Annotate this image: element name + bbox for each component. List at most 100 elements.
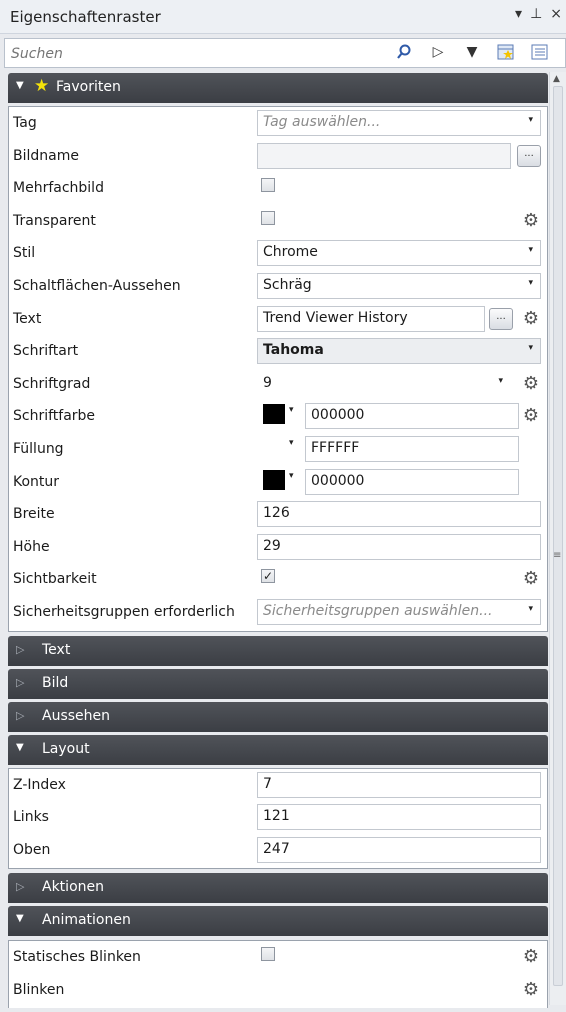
category-label: Bild [42,674,69,691]
fuellung-swatch[interactable] [263,436,285,457]
kontur-value: 000000 [311,472,365,489]
schaltflaechen-combobox[interactable]: Schräg ▾ [257,272,541,299]
oben-input[interactable]: 247 [257,836,541,863]
favorites-view-icon[interactable] [497,43,515,61]
hoehe-input[interactable]: 29 [257,533,541,560]
gear-icon[interactable]: ⚙ [521,569,541,589]
color-dropdown-icon[interactable]: ▾ [289,471,294,481]
prop-row-fuellung: Füllung ▾ FFFFFF [9,433,547,466]
prop-row-transparent: Transparent ⚙ [9,205,547,238]
expanded-chevron-icon: ▼ [16,80,24,91]
schriftfarbe-input[interactable]: 000000 [305,403,519,430]
category-layout[interactable]: ▼ Layout [8,734,548,765]
prop-row-kontur: Kontur ▾ 000000 [9,466,547,499]
category-label: Text [42,641,71,658]
schriftgrad-combobox[interactable]: 9 ▾ [257,370,511,397]
prop-label: Mehrfachbild [13,180,104,197]
gear-icon[interactable]: ⚙ [521,373,541,394]
category-label: Layout [42,740,90,757]
category-favoriten[interactable]: ▼ ★ Favoriten [8,73,548,103]
prop-label: Sicherheitsgruppen erforderlich [13,603,235,620]
color-dropdown-icon[interactable]: ▾ [289,405,294,415]
kontur-swatch[interactable] [263,469,285,490]
tag-placeholder: Tag auswählen... [263,114,381,130]
category-bild[interactable]: ▷ Bild [8,668,548,699]
prop-row-statisches-blinken: Statisches Blinken ⚙ [9,941,547,974]
dropdown-arrow-icon[interactable]: ▾ [528,278,533,288]
schriftfarbe-swatch[interactable] [263,404,285,425]
mehrfachbild-checkbox[interactable] [261,178,275,193]
play-icon[interactable]: ▷ [429,43,447,61]
schriftart-combobox[interactable]: Tahoma ▾ [257,338,541,365]
category-aussehen[interactable]: ▷ Aussehen [8,701,548,732]
kontur-input[interactable]: 000000 [305,468,519,495]
prop-label: Tag [13,115,37,131]
gear-icon[interactable]: ⚙ [521,406,541,426]
bildname-input[interactable] [257,142,511,169]
prop-row-schriftfarbe: Schriftfarbe ▾ 000000 ⚙ [9,400,547,433]
breite-input[interactable]: 126 [257,501,541,528]
prop-row-sichtbarkeit: Sichtbarkeit ✓ ⚙ [9,563,547,596]
filter-dropdown-icon[interactable]: ▼ [463,43,481,61]
categorized-view-icon[interactable] [531,43,549,61]
gear-icon[interactable]: ⚙ [521,947,541,967]
prop-label: Transparent [13,212,96,229]
category-text[interactable]: ▷ Text [8,635,548,666]
gear-icon[interactable]: ⚙ [521,210,541,231]
prop-label: Statisches Blinken [13,949,141,966]
stil-combobox[interactable]: Chrome ▾ [257,240,541,267]
dropdown-arrow-icon[interactable]: ▾ [528,245,533,255]
sicherheit-combobox[interactable]: Sicherheitsgruppen auswählen... ▾ [257,598,541,625]
expanded-chevron-icon: ▼ [16,913,24,925]
scroll-up-icon[interactable]: ▲ [553,74,560,84]
tag-combobox[interactable]: Tag auswählen... ▾ [257,110,541,136]
search-input[interactable] [9,42,383,66]
search-icon[interactable] [395,43,413,61]
dropdown-arrow-icon[interactable]: ▾ [528,604,533,614]
collapsed-chevron-icon: ▷ [16,642,25,656]
dropdown-icon[interactable]: ▾ [515,6,522,22]
prop-row-text: Text Trend Viewer History ... ⚙ [9,303,547,336]
links-input[interactable]: 121 [257,804,541,831]
search-bar: ▷ ▼ [4,38,566,68]
zindex-input[interactable]: 7 [257,771,541,798]
sicherheit-placeholder: Sicherheitsgruppen auswählen... [263,602,493,619]
breite-value: 126 [263,505,290,522]
gear-icon[interactable]: ⚙ [521,308,541,329]
collapsed-chevron-icon: ▷ [16,880,25,894]
prop-label: Z-Index [13,776,66,793]
prop-row-schriftart: Schriftart Tahoma ▾ [9,335,547,368]
collapsed-chevron-icon: ▷ [16,708,25,722]
color-dropdown-icon[interactable]: ▾ [289,438,294,448]
vertical-scrollbar[interactable]: ▲ ≡ [549,72,566,1005]
dropdown-arrow-icon[interactable]: ▾ [528,343,533,353]
prop-row-schriftgrad: Schriftgrad 9 ▾ ⚙ [9,368,547,401]
text-edit-button[interactable]: ... [489,307,513,330]
text-input[interactable]: Trend Viewer History [257,305,485,332]
pin-icon[interactable]: ⊥ [530,6,542,22]
close-icon[interactable]: × [550,6,562,22]
hoehe-value: 29 [263,537,281,554]
category-animationen[interactable]: ▼ Animationen [8,906,548,937]
browse-button[interactable]: ... [517,144,541,167]
sichtbarkeit-checkbox[interactable]: ✓ [261,569,275,584]
prop-row-stil: Stil Chrome ▾ [9,237,547,270]
statisches-blinken-checkbox[interactable] [261,947,275,962]
schriftart-value: Tahoma [263,342,324,359]
schriftgrad-value: 9 [263,374,272,391]
zindex-value: 7 [263,775,272,792]
scrollbar-thumb[interactable] [553,86,563,986]
dropdown-arrow-icon[interactable]: ▾ [528,115,533,125]
prop-row-breite: Breite 126 [9,498,547,531]
prop-label: Links [13,809,49,826]
prop-label: Oben [13,841,51,858]
prop-label: Schriftgrad [13,375,91,392]
prop-label: Schaltflächen-Aussehen [13,277,181,294]
transparent-checkbox[interactable] [261,210,275,225]
category-label: Favoriten [56,79,121,95]
category-aktionen[interactable]: ▷ Aktionen [8,873,548,904]
gear-icon[interactable]: ⚙ [521,979,541,1000]
prop-label: Schriftfarbe [13,408,96,425]
dropdown-arrow-icon[interactable]: ▾ [498,376,503,386]
fuellung-input[interactable]: FFFFFF [305,435,519,462]
